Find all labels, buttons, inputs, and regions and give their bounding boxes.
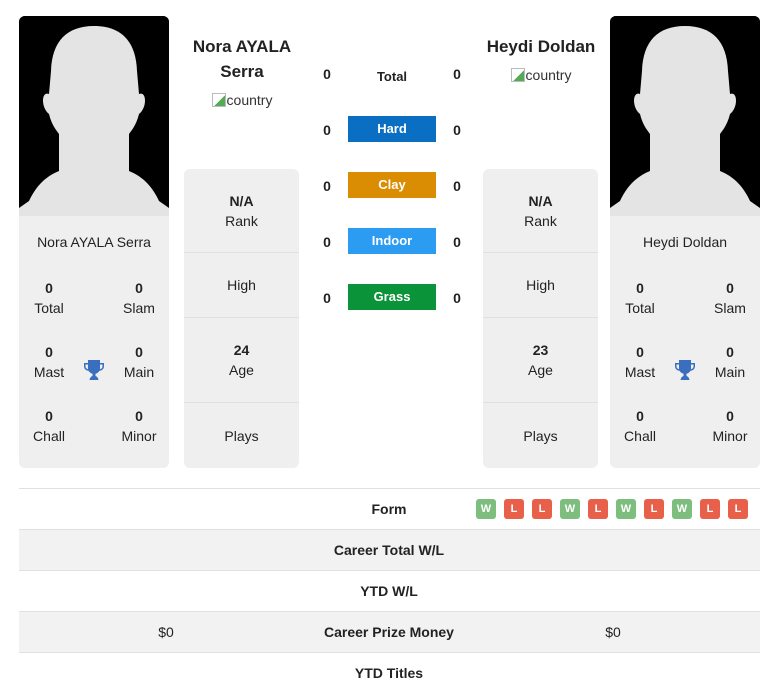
stat-slam-right: 0 Slam [714, 280, 746, 316]
h2h-row-total: 0 Total 0 [312, 60, 472, 116]
country-flag-left: country [211, 92, 272, 108]
prize-money-left: $0 [158, 624, 174, 640]
form-badge-loss: L [700, 499, 720, 519]
player-heading-left: Nora AYALA Serra country [182, 34, 302, 112]
player-card-name-left: Nora AYALA Serra [37, 234, 151, 250]
silhouette-icon [610, 16, 760, 216]
silhouette-icon [19, 16, 169, 216]
player-card-name-right: Heydi Doldan [642, 234, 728, 250]
form-badge-loss: L [504, 499, 524, 519]
h2h-row-hard: 0 Hard 0 [312, 116, 472, 172]
trophy-icon [675, 360, 695, 380]
broken-image-icon [211, 93, 226, 107]
stat-total-left: 0 Total [34, 280, 64, 316]
surface-hard-badge: Hard [348, 116, 436, 142]
form-badge-win: W [672, 499, 692, 519]
prize-money-right: $0 [605, 624, 621, 640]
titles-grid-right: 0 Total 0 Slam 0 Mast 0 Main 0 Chall 0 Minor [610, 278, 760, 468]
form-badge-win: W [476, 499, 496, 519]
form-badge-win: W [560, 499, 580, 519]
player-info-left: N/A Rank High 24 Age Plays [184, 169, 299, 468]
h2h-row-clay: 0 Clay 0 [312, 172, 472, 228]
broken-image-icon [510, 68, 525, 82]
plays-cell-right: Plays [523, 427, 558, 444]
age-cell-right: 23 Age [483, 318, 598, 403]
form-badge-loss: L [532, 499, 552, 519]
comparison-table: Form WLLWLWLWLL Career Total W/L YTD W/L… [19, 488, 760, 693]
ytd-wl-row: YTD W/L [19, 570, 760, 611]
career-total-wl-row: Career Total W/L [19, 529, 760, 570]
form-badge-loss: L [728, 499, 748, 519]
stat-chall-right: 0 Chall [624, 408, 656, 444]
high-cell-right: High [483, 253, 598, 318]
h2h-row-grass: 0 Grass 0 [312, 284, 472, 340]
rank-cell-right: N/A Rank [483, 169, 598, 253]
form-badge-loss: L [644, 499, 664, 519]
surface-grass-badge: Grass [348, 284, 436, 310]
stat-total-right: 0 Total [625, 280, 655, 316]
ytd-titles-row: YTD Titles [19, 652, 760, 693]
stat-main-left: 0 Main [123, 344, 155, 380]
country-flag-right: country [510, 67, 571, 83]
h2h-row-indoor: 0 Indoor 0 [312, 228, 472, 284]
trophy-icon [84, 360, 104, 380]
stat-mast-left: 0 Mast [33, 344, 65, 380]
player-info-right: N/A Rank High 23 Age Plays [483, 169, 598, 468]
rank-cell-left: N/A Rank [184, 169, 299, 253]
stat-main-right: 0 Main [714, 344, 746, 380]
form-badges: WLLWLWLWLL [476, 499, 748, 519]
player-photo-left [19, 16, 169, 216]
player-heading-right: Heydi Doldan country [481, 34, 601, 87]
surface-indoor-badge: Indoor [348, 228, 436, 254]
high-cell-left: High [184, 253, 299, 318]
stat-minor-right: 0 Minor [712, 408, 748, 444]
player-card-left: Nora AYALA Serra 0 Total 0 Slam 0 Mast 0 Mai… [19, 16, 169, 468]
form-badge-loss: L [588, 499, 608, 519]
plays-cell-left: Plays [224, 427, 259, 444]
form-row: Form WLLWLWLWLL [19, 488, 760, 529]
player-photo-right [610, 16, 760, 216]
surface-clay-badge: Clay [348, 172, 436, 198]
titles-grid-left: 0 Total 0 Slam 0 Mast 0 Main 0 Chall 0 Minor [19, 278, 169, 468]
surface-total-label: Total [376, 69, 408, 84]
age-cell-left: 24 Age [184, 318, 299, 403]
form-badge-win: W [616, 499, 636, 519]
player-card-right: Heydi Doldan 0 Total 0 Slam 0 Mast 0 Main 0C… [610, 16, 760, 468]
stat-slam-left: 0 Slam [123, 280, 155, 316]
player-name-left[interactable]: Nora AYALA Serra [182, 34, 302, 84]
stat-chall-left: 0 Chall [33, 408, 65, 444]
player-name-right[interactable]: Heydi Doldan [481, 34, 601, 59]
stat-mast-right: 0 Mast [624, 344, 656, 380]
career-prize-money-row: $0 Career Prize Money $0 [19, 611, 760, 652]
stat-minor-left: 0 Minor [121, 408, 157, 444]
head-to-head: 0 Total 0 0 Hard 0 0 Clay 0 0 Indoor 0 0… [312, 60, 472, 340]
form-label: Form [371, 501, 407, 517]
